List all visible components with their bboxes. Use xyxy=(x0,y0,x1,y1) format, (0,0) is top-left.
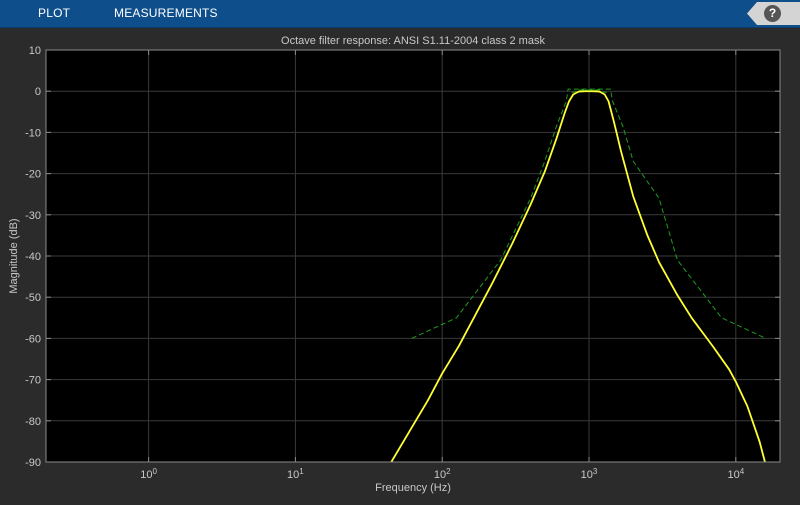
x-tick-label: 103 xyxy=(581,467,598,481)
x-axis-label: Frequency (Hz) xyxy=(375,482,451,494)
x-tick-label: 101 xyxy=(287,467,304,481)
y-tick-label: -60 xyxy=(25,333,41,345)
y-tick-label: 0 xyxy=(35,86,41,98)
toolbar: PLOT MEASUREMENTS ? xyxy=(0,0,800,28)
y-tick-label: -20 xyxy=(25,169,41,181)
y-tick-label: -40 xyxy=(25,251,41,263)
y-tick-label: -70 xyxy=(25,375,41,387)
x-tick-label: 104 xyxy=(727,467,744,481)
x-tick-label: 100 xyxy=(140,467,157,481)
y-tick-label: 10 xyxy=(29,45,41,57)
y-axis-label: Magnitude (dB) xyxy=(8,218,20,293)
tab-measurements[interactable]: MEASUREMENTS xyxy=(114,0,218,27)
x-tick-label: 102 xyxy=(434,467,451,481)
y-tick-label: -30 xyxy=(25,210,41,222)
plot-area: 10 0 -10 -20 -30 -40 -50 -60 -70 -80 -90 100 101 102 1… xyxy=(0,28,800,500)
help-area: ? xyxy=(747,2,800,25)
tab-plot[interactable]: PLOT xyxy=(38,0,70,27)
filter-response-chart: 100-10-20-30-40-50-60-70-80-90100 101 102 1… xyxy=(8,35,781,494)
y-tick-label: -50 xyxy=(25,292,41,304)
y-tick-label: -90 xyxy=(25,457,41,469)
help-icon[interactable]: ? xyxy=(764,5,781,22)
chart-title: Octave filter response: ANSI S1.11-2004 … xyxy=(281,35,545,47)
y-tick-label: -80 xyxy=(25,416,41,428)
y-tick-label: -10 xyxy=(25,127,41,139)
